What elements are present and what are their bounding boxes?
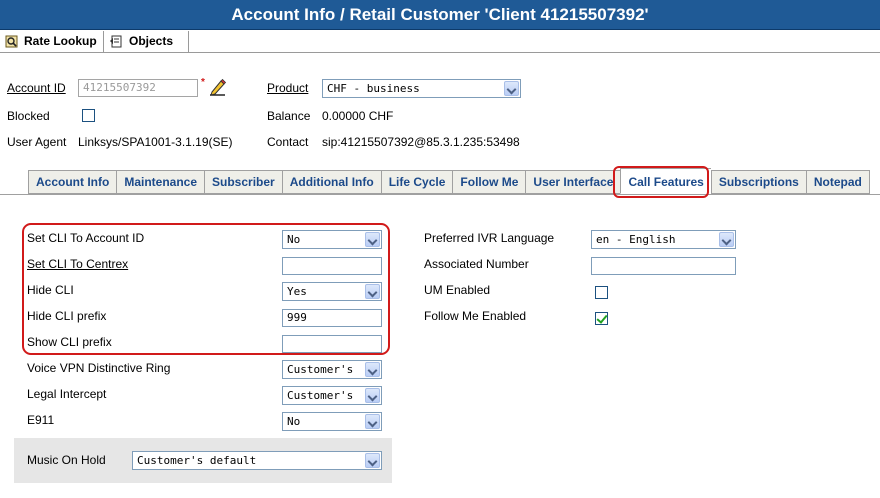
set-cli-account-id-select[interactable]: No [282,230,382,249]
chevron-down-icon [504,81,519,96]
product-select[interactable]: CHF - business [322,79,521,98]
user-agent-label: User Agent [7,135,67,149]
music-on-hold-select[interactable]: Customer's default [132,451,382,470]
show-cli-prefix-label: Show CLI prefix [27,335,112,349]
chevron-down-icon [365,284,380,299]
user-agent-value: Linksys/SPA1001-3.1.19(SE) [78,135,233,149]
set-cli-centrex-input[interactable] [282,257,382,275]
associated-number-input[interactable] [591,257,736,275]
e911-label: E911 [27,413,55,427]
preferred-ivr-language-select[interactable]: en - English [591,230,736,249]
rate-lookup-icon [5,35,18,48]
music-on-hold-value: Customer's default [137,454,257,467]
objects-button[interactable]: Objects [105,31,189,52]
contact-value: sip:41215507392@85.3.1.235:53498 [322,135,520,149]
tab-additional-info[interactable]: Additional Info [281,170,381,194]
required-marker: * [201,77,205,88]
hide-cli-prefix-label: Hide CLI prefix [27,309,107,323]
legal-intercept-value: Customer's [287,389,354,402]
voice-vpn-ring-label: Voice VPN Distinctive Ring [27,361,171,375]
chevron-down-icon [365,453,380,468]
follow-me-enabled-label: Follow Me Enabled [424,309,527,323]
chevron-down-icon [365,388,380,403]
chevron-down-icon [365,362,380,377]
blocked-label: Blocked [7,109,50,123]
tab-life-cycle[interactable]: Life Cycle [380,170,453,194]
um-enabled-label: UM Enabled [424,283,491,297]
tab-account-info[interactable]: Account Info [28,170,117,194]
preferred-ivr-language-value: en - English [596,233,676,246]
tab-call-features[interactable]: Call Features [620,168,711,194]
legal-intercept-label: Legal Intercept [27,387,107,401]
hide-cli-prefix-input[interactable]: 999 [282,309,382,327]
blocked-checkbox[interactable] [82,109,95,122]
tab-subscriber[interactable]: Subscriber [204,170,282,194]
product-value: CHF - business [327,82,420,95]
product-label[interactable]: Product [267,81,308,95]
hide-cli-label: Hide CLI [27,283,74,297]
contact-label: Contact [267,135,309,149]
chevron-down-icon [719,232,734,247]
page-title: Account Info / Retail Customer 'Client 4… [0,0,880,30]
toolbar: Rate Lookup Objects [0,31,880,53]
set-cli-centrex-label[interactable]: Set CLI To Centrex [27,257,128,271]
e911-value: No [287,415,301,428]
set-cli-account-id-value: No [287,233,301,246]
voice-vpn-ring-value: Customer's [287,363,354,376]
account-id-label[interactable]: Account ID [7,81,66,95]
preferred-ivr-language-label: Preferred IVR Language [424,231,555,245]
hide-cli-select[interactable]: Yes [282,282,382,301]
tab-notepad[interactable]: Notepad [805,170,870,194]
follow-me-enabled-checkbox[interactable] [595,312,608,325]
chevron-down-icon [365,232,380,247]
tab-user-interface[interactable]: User Interface [525,170,621,194]
balance-value: 0.00000 CHF [322,109,394,123]
tab-maintenance[interactable]: Maintenance [116,170,205,194]
edit-pencil-icon[interactable] [207,77,227,97]
voice-vpn-ring-select[interactable]: Customer's [282,360,382,379]
show-cli-prefix-input[interactable] [282,335,382,353]
balance-label: Balance [267,109,311,123]
objects-label: Objects [129,34,174,48]
objects-icon [110,35,122,48]
tab-subscriptions[interactable]: Subscriptions [710,170,806,194]
music-on-hold-label: Music On Hold [27,453,106,467]
rate-lookup-label: Rate Lookup [24,34,97,48]
legal-intercept-select[interactable]: Customer's [282,386,382,405]
hide-cli-value: Yes [287,285,307,298]
um-enabled-checkbox[interactable] [595,286,608,299]
account-id-field[interactable]: 41215507392 [78,79,198,97]
set-cli-account-id-label: Set CLI To Account ID [27,231,145,245]
e911-select[interactable]: No [282,412,382,431]
associated-number-label: Associated Number [424,257,529,271]
chevron-down-icon [365,414,380,429]
tab-divider [0,194,880,195]
tab-bar: Account Info Maintenance Subscriber Addi… [28,168,870,194]
tab-follow-me[interactable]: Follow Me [452,170,526,194]
rate-lookup-button[interactable]: Rate Lookup [0,31,104,52]
